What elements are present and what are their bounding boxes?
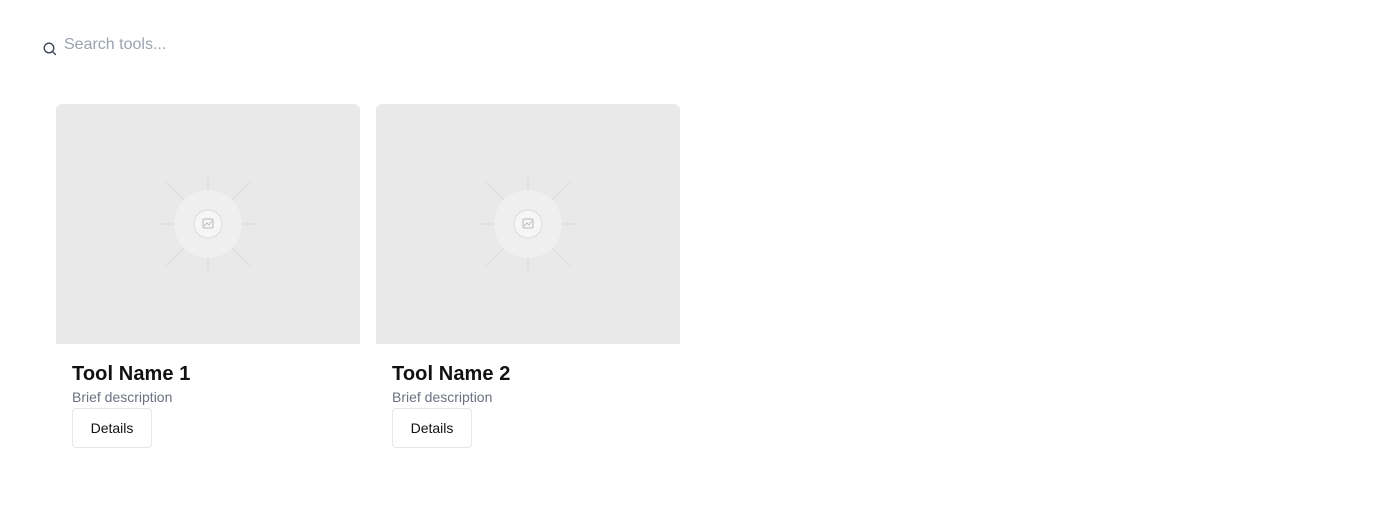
- tool-description: Brief description: [72, 389, 173, 405]
- tool-image: [376, 104, 680, 344]
- tool-card: Tool Name 2 Brief description Details: [376, 104, 680, 456]
- tool-name: Tool Name 2: [392, 363, 511, 385]
- tool-image: [56, 104, 360, 344]
- details-button[interactable]: Details: [392, 408, 472, 448]
- tools-grid: Tool Name 1 Brief description Details To…: [56, 104, 680, 456]
- image-placeholder-icon: [478, 174, 578, 274]
- tool-description: Brief description: [392, 389, 493, 405]
- tool-card: Tool Name 1 Brief description Details: [56, 104, 360, 456]
- tool-name: Tool Name 1: [72, 363, 191, 385]
- image-placeholder-icon: [158, 174, 258, 274]
- search-input[interactable]: [64, 33, 624, 57]
- search-bar: [40, 32, 640, 58]
- details-button[interactable]: Details: [72, 408, 152, 448]
